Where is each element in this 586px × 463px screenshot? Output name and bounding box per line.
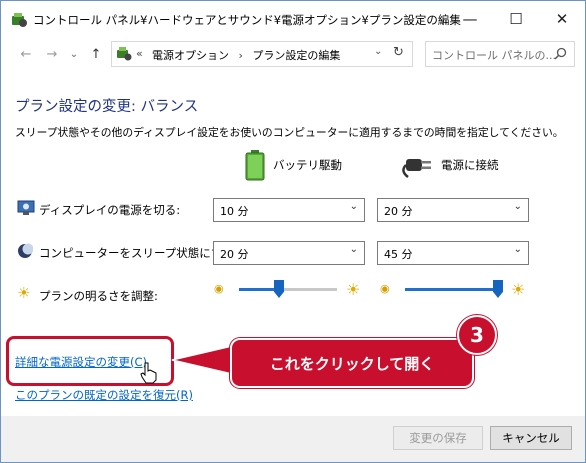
brightness-battery-slider[interactable] xyxy=(239,280,337,298)
maximize-button[interactable]: ☐ xyxy=(493,1,539,37)
brightness-plugged-fill xyxy=(405,288,498,291)
brightness-label: プランの明るさを調整: xyxy=(39,289,158,303)
select-value: 45 分 xyxy=(384,248,413,261)
display-off-label: ディスプレイの電源を切る: xyxy=(39,203,181,217)
chevron-down-icon: ⌄ xyxy=(513,201,522,212)
brightness-plugged-thumb[interactable] xyxy=(493,280,503,298)
page-description: スリープ状態やその他のディスプレイ設定をお使いのコンピューターに適用するまでの時… xyxy=(15,126,564,139)
forward-button[interactable]: → xyxy=(43,45,61,63)
control-panel-window: コントロール パネル¥ハードウェアとサウンド¥電源オプション¥プラン設定の編集 … xyxy=(0,0,586,463)
restore-defaults-link[interactable]: このプランの既定の設定を復元(R) xyxy=(15,387,193,403)
search-placeholder: コントロール パネルの... xyxy=(432,49,556,62)
back-button[interactable]: ← xyxy=(17,45,35,63)
select-value: 20 分 xyxy=(220,248,249,261)
column-battery: バッテリ駆動 xyxy=(273,158,342,172)
sleep-battery-select[interactable]: 20 分 ⌄ xyxy=(213,241,365,265)
breadcrumb-edit-plan[interactable]: プラン設定の編集 xyxy=(252,49,340,62)
brightness-battery-fill xyxy=(239,288,279,291)
display-off-plugged-select[interactable]: 20 分 ⌄ xyxy=(377,198,529,222)
callout-box: これをクリックして開く xyxy=(230,338,474,388)
callout-arrow xyxy=(171,345,233,375)
callout-text: これをクリックして開く xyxy=(269,354,435,373)
select-value: 20 分 xyxy=(384,205,413,218)
refresh-button[interactable]: ↻ xyxy=(393,45,404,60)
display-off-battery-select[interactable]: 10 分 ⌄ xyxy=(213,198,365,222)
dialog-footer: 変更の保存 キャンセル xyxy=(1,416,585,462)
close-button[interactable]: ✕ xyxy=(539,1,585,37)
window-title: コントロール パネル¥ハードウェアとサウンド¥電源オプション¥プラン設定の編集 xyxy=(33,13,461,27)
navigation-bar: ← → ⌄ ↑ « 電源オプション › プラン設定の編集 ⌄ ↻ コントロール … xyxy=(1,37,585,73)
brightness-dim-icon: ◉ xyxy=(380,282,390,295)
title-bar: コントロール パネル¥ハードウェアとサウンド¥電源オプション¥プラン設定の編集 … xyxy=(1,1,585,37)
overflow-chevron[interactable]: « xyxy=(136,47,143,60)
address-bar[interactable]: « 電源オプション › プラン設定の編集 ⌄ ↻ xyxy=(111,41,413,67)
brightness-battery-thumb[interactable] xyxy=(274,280,284,298)
up-button[interactable]: ↑ xyxy=(87,45,105,63)
brightness-bright-icon: ☀ xyxy=(511,280,526,299)
brightness-sun-icon: ☀ xyxy=(17,284,31,302)
chevron-down-icon: ⌄ xyxy=(349,244,358,255)
column-plugged-in: 電源に接続 xyxy=(441,158,499,172)
sleep-moon-icon xyxy=(18,243,33,258)
battery-icon xyxy=(245,150,265,181)
cancel-button[interactable]: キャンセル xyxy=(490,426,572,450)
sleep-plugged-select[interactable]: 45 分 ⌄ xyxy=(377,241,529,265)
chevron-down-icon: ⌄ xyxy=(513,244,522,255)
display-icon xyxy=(17,200,35,215)
power-plug-icon xyxy=(402,159,431,178)
address-dropdown-button[interactable]: ⌄ xyxy=(374,46,382,57)
search-icon[interactable] xyxy=(554,47,567,60)
minimize-button[interactable]: — xyxy=(447,1,493,37)
select-value: 10 分 xyxy=(220,205,249,218)
brightness-plugged-slider[interactable] xyxy=(405,280,503,298)
brightness-dim-icon: ◉ xyxy=(214,282,224,295)
brightness-bright-icon: ☀ xyxy=(346,280,361,299)
breadcrumb-power-options[interactable]: 電源オプション xyxy=(152,49,229,62)
power-options-icon xyxy=(117,47,132,61)
power-options-icon xyxy=(12,13,27,27)
breadcrumb: 電源オプション › プラン設定の編集 xyxy=(152,47,340,63)
recent-dropdown-button[interactable]: ⌄ xyxy=(65,45,83,63)
step-number-badge: 3 xyxy=(457,315,497,355)
search-input[interactable]: コントロール パネルの... xyxy=(425,41,575,67)
page-title: プラン設定の変更: バランス xyxy=(15,99,199,115)
sleep-label: コンピューターをスリープ状態にする: xyxy=(39,246,238,260)
chevron-down-icon: ⌄ xyxy=(349,201,358,212)
hand-cursor-icon xyxy=(140,362,157,384)
breadcrumb-separator: › xyxy=(238,49,243,62)
save-changes-button[interactable]: 変更の保存 xyxy=(393,426,483,450)
